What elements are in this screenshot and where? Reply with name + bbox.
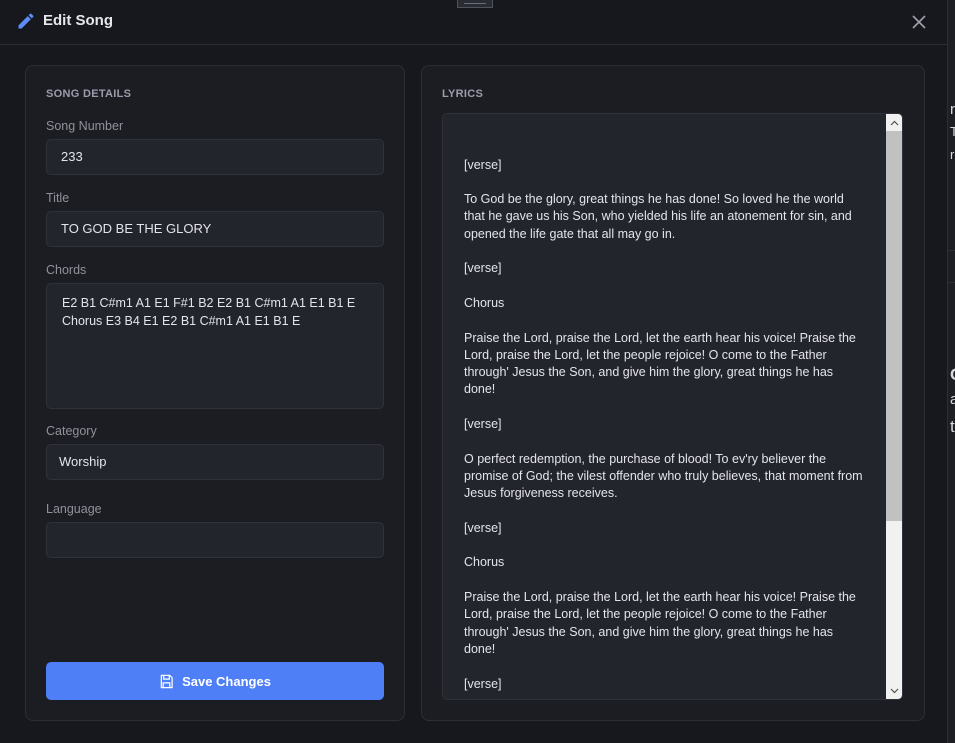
song-details-panel: SONG DETAILS Song Number 233 Title TO GO… <box>25 65 405 721</box>
save-changes-button[interactable]: Save Changes <box>46 662 384 700</box>
song-details-heading: SONG DETAILS <box>46 88 132 100</box>
song-number-label: Song Number <box>46 119 124 133</box>
close-button[interactable] <box>908 11 930 33</box>
edit-song-dialog: Edit Song SONG DETAILS Song Number 233 T… <box>0 0 948 743</box>
save-changes-label: Save Changes <box>182 673 271 689</box>
save-icon <box>160 674 173 688</box>
title-value: TO GOD BE THE GLORY <box>61 221 212 236</box>
drag-handle[interactable] <box>457 0 493 8</box>
pencil-icon <box>18 13 34 29</box>
chevron-up-icon <box>890 120 899 125</box>
close-icon <box>912 15 926 29</box>
background-text-fragment: r <box>950 147 955 162</box>
background-text-fragment: T <box>950 124 955 139</box>
lyrics-panel: LYRICS [verse] To God be the glory, grea… <box>421 65 925 721</box>
category-select[interactable]: Worship <box>46 444 384 480</box>
category-value: Worship <box>59 454 107 469</box>
lyrics-scrollbar[interactable] <box>886 114 902 699</box>
title-input[interactable]: TO GOD BE THE GLORY <box>46 211 384 247</box>
category-label: Category <box>46 424 97 438</box>
background-text-fragment: a <box>950 391 955 408</box>
song-number-input[interactable]: 233 <box>46 139 384 175</box>
chords-textarea[interactable]: E2 B1 C#m1 A1 E1 F#1 B2 E2 B1 C#m1 A1 E1… <box>46 283 384 409</box>
language-input[interactable] <box>46 522 384 558</box>
background-divider <box>948 282 955 283</box>
language-label: Language <box>46 502 102 516</box>
background-text-fragment: r <box>950 101 955 118</box>
dialog-title: Edit Song <box>43 12 113 29</box>
song-number-value: 233 <box>61 149 83 164</box>
scrollbar-thumb[interactable] <box>886 131 902 521</box>
chords-label: Chords <box>46 263 87 277</box>
background-text-fragment: C <box>950 365 955 385</box>
lyrics-text: [verse] To God be the glory, great thing… <box>464 157 863 691</box>
scroll-down-button[interactable] <box>886 682 902 699</box>
lyrics-textarea[interactable]: [verse] To God be the glory, great thing… <box>442 113 903 700</box>
chevron-down-icon <box>890 688 899 693</box>
lyrics-heading: LYRICS <box>442 88 484 100</box>
title-label: Title <box>46 191 70 205</box>
scroll-up-button[interactable] <box>886 114 902 131</box>
background-text-fragment: t <box>950 417 955 436</box>
background-divider <box>948 250 955 251</box>
